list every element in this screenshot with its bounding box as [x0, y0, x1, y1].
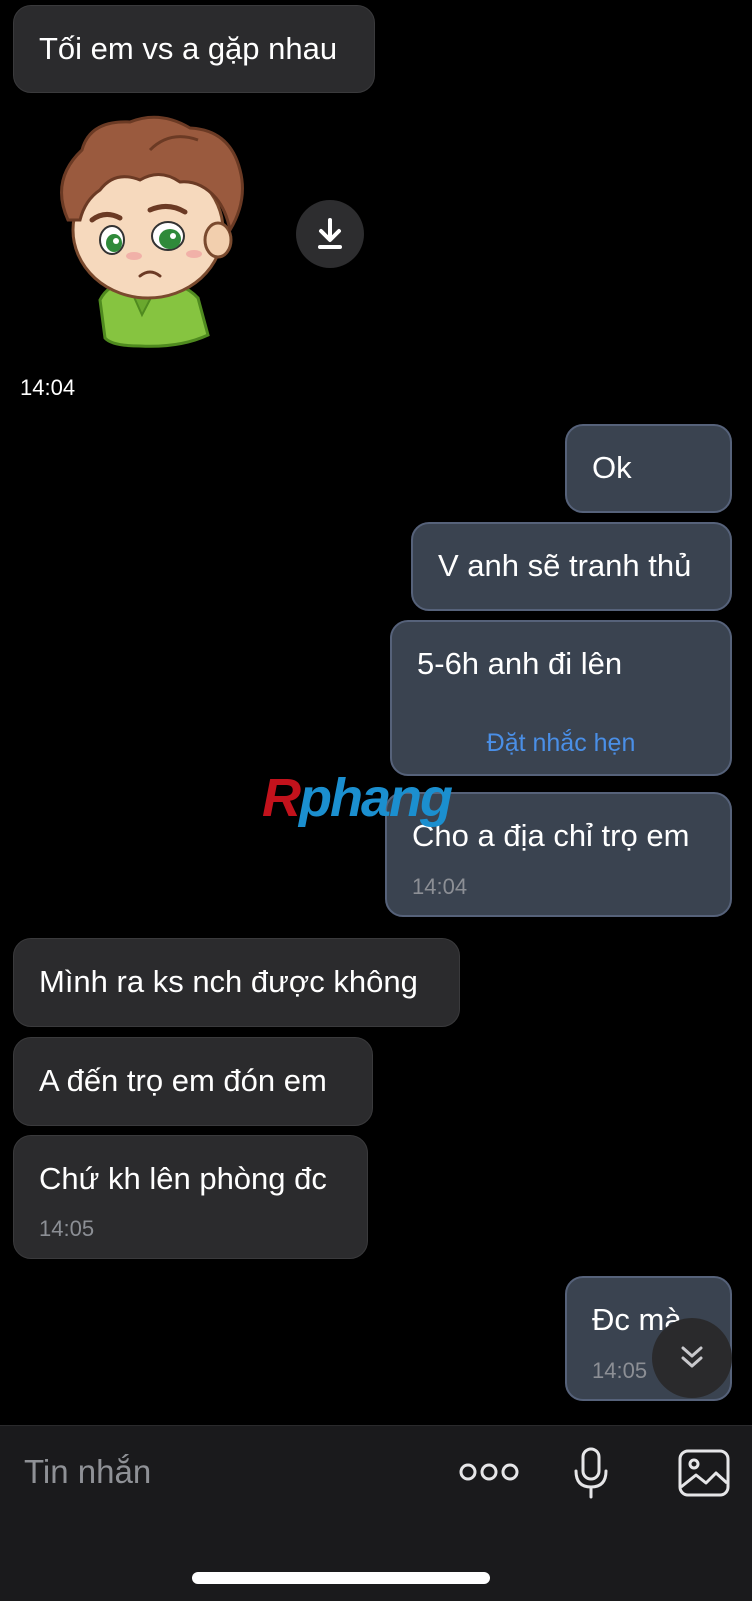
- sticker-timestamp: 14:04: [20, 375, 76, 400]
- voice-message-button[interactable]: [566, 1444, 616, 1504]
- message-timestamp: 14:05: [592, 1358, 648, 1383]
- send-image-button[interactable]: [676, 1446, 732, 1500]
- double-chevron-down-icon: [681, 1346, 703, 1368]
- watermark-letter: R: [262, 768, 301, 828]
- message-timestamp: 14:04: [412, 874, 468, 899]
- message-text: A đến trọ em đón em: [39, 1063, 327, 1098]
- message-text: Cho a địa chỉ trọ em: [412, 818, 690, 853]
- message-text: Chứ kh lên phòng đc: [39, 1161, 327, 1196]
- message-text: Tối em vs a gặp nhau: [39, 31, 338, 66]
- more-options-button[interactable]: [458, 1448, 520, 1496]
- message-bubble-incoming[interactable]: A đến trọ em đón em: [13, 1037, 373, 1126]
- message-text: Mình ra ks nch được không: [39, 964, 418, 999]
- message-bubble-incoming[interactable]: Tối em vs a gặp nhau: [13, 5, 375, 93]
- message-timestamp: 14:05: [39, 1216, 95, 1241]
- sticker-image: [60, 115, 244, 348]
- home-indicator[interactable]: [192, 1572, 490, 1584]
- message-text: 5-6h anh đi lên: [417, 646, 623, 681]
- scroll-to-bottom-button[interactable]: [652, 1318, 732, 1398]
- watermark-word: phang: [299, 768, 453, 828]
- image-icon: [678, 1449, 730, 1497]
- message-text: V anh sẽ tranh thủ: [438, 548, 692, 583]
- watermark-logo: Rphang: [262, 768, 453, 828]
- microphone-icon: [574, 1447, 608, 1499]
- set-reminder-link[interactable]: Đặt nhắc hẹn: [392, 728, 730, 758]
- sticker-sad-boy[interactable]: [30, 110, 250, 350]
- message-text: Ok: [592, 450, 632, 485]
- download-button[interactable]: [296, 200, 364, 268]
- message-input[interactable]: Tin nhắn: [24, 1452, 151, 1492]
- message-bubble-incoming[interactable]: Mình ra ks nch được không: [13, 938, 460, 1027]
- message-bubble-outgoing[interactable]: 5-6h anh đi lên Đặt nhắc hẹn: [390, 620, 732, 776]
- download-icon: [318, 218, 342, 249]
- more-dots-icon: [459, 1463, 519, 1481]
- message-bubble-outgoing[interactable]: V anh sẽ tranh thủ: [411, 522, 732, 611]
- message-bubble-outgoing[interactable]: Ok: [565, 424, 732, 513]
- message-bubble-incoming[interactable]: Chứ kh lên phòng đc 14:05: [13, 1135, 368, 1259]
